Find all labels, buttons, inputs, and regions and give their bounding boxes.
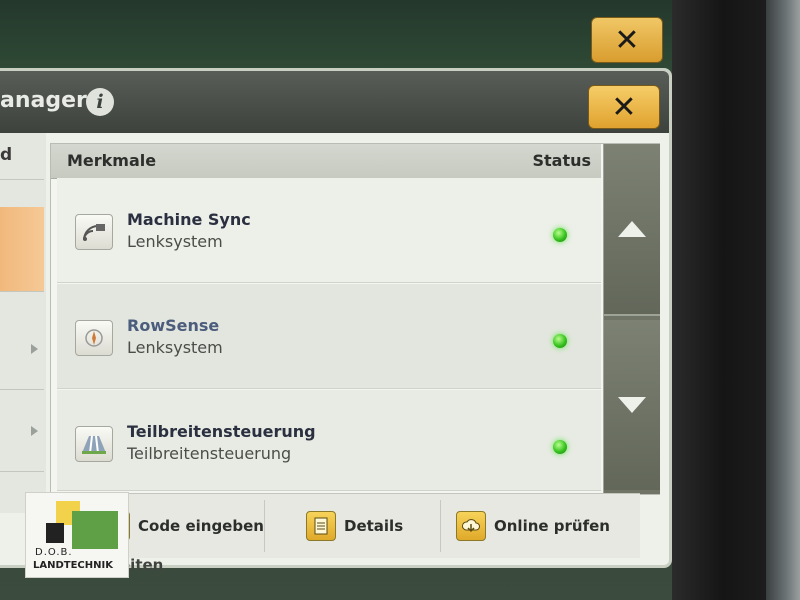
left-panel-item-label: d — [0, 145, 13, 165]
dialog-title: anager — [0, 88, 87, 113]
arrow-down-icon — [618, 397, 646, 413]
section-control-icon — [75, 426, 113, 462]
status-indicator — [553, 228, 567, 242]
column-header-features: Merkmale — [67, 151, 157, 170]
feature-name: Machine Sync — [127, 210, 251, 229]
status-indicator — [553, 440, 567, 454]
left-panel-item-0[interactable]: d — [0, 133, 44, 180]
online-check-label: Online prüfen — [494, 517, 610, 535]
table-header: Merkmale Status — [51, 144, 601, 179]
rowsense-icon — [75, 320, 113, 356]
features-table: Merkmale Status Machine Sync Lenksystem — [50, 143, 660, 495]
watermark-line2: LANDTECHNIK — [33, 560, 113, 571]
feature-subtitle: Teilbreitensteuerung — [127, 444, 292, 463]
left-panel-item-3[interactable] — [0, 391, 44, 472]
table-row[interactable]: Machine Sync Lenksystem — [57, 178, 601, 283]
machine-sync-icon — [75, 214, 113, 250]
feature-subtitle: Lenksystem — [127, 338, 223, 357]
dob-landtechnik-watermark: D.O.B. LANDTECHNIK — [25, 492, 129, 578]
footer-divider — [440, 500, 441, 552]
info-icon[interactable]: i — [86, 88, 114, 116]
close-button[interactable]: ✕ — [588, 85, 660, 129]
background-close-button[interactable]: ✕ — [591, 17, 663, 63]
chevron-right-icon — [31, 344, 38, 354]
table-row[interactable]: Teilbreitensteuerung Teilbreitensteuerun… — [57, 390, 601, 491]
close-icon: ✕ — [611, 89, 637, 125]
bezel-edge — [766, 0, 800, 600]
cloud-download-icon — [456, 511, 486, 541]
left-category-panel: d — [0, 133, 46, 513]
document-icon — [306, 511, 336, 541]
left-panel-item-2[interactable] — [0, 309, 44, 390]
footer-divider — [264, 500, 265, 552]
table-row[interactable]: RowSense Lenksystem — [57, 284, 601, 389]
table-rows: Machine Sync Lenksystem RowSense Lenksys… — [57, 178, 601, 492]
status-indicator — [553, 334, 567, 348]
scroll-up-button[interactable] — [604, 144, 660, 316]
watermark-line1: D.O.B. — [35, 547, 73, 558]
close-icon: ✕ — [614, 22, 640, 58]
enter-code-label: Code eingeben — [138, 517, 264, 535]
scroll-down-button[interactable] — [604, 320, 660, 490]
chevron-right-icon — [31, 426, 38, 436]
details-button[interactable]: Details — [306, 494, 403, 558]
dialog-footer: Code eingeben Details Online prüfen — [50, 493, 640, 558]
arrow-up-icon — [618, 221, 646, 237]
logo-square — [46, 523, 64, 543]
feature-name: Teilbreitensteuerung — [127, 422, 316, 441]
online-check-button[interactable]: Online prüfen — [456, 494, 610, 558]
column-header-status: Status — [532, 151, 591, 170]
dialog-titlebar: anager i ✕ — [0, 71, 669, 133]
details-label: Details — [344, 517, 404, 535]
feature-name: RowSense — [127, 316, 220, 335]
left-panel-item-selected[interactable] — [0, 207, 44, 292]
display-bezel — [672, 0, 800, 600]
logo-square — [72, 511, 118, 549]
scrollbar[interactable] — [603, 144, 660, 494]
feature-subtitle: Lenksystem — [127, 232, 223, 251]
